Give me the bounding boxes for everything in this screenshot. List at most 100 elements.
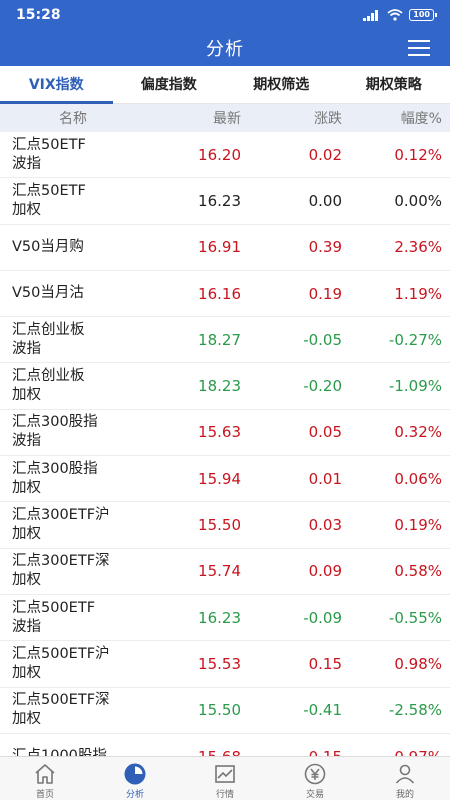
tab-bar: VIX指数 偏度指数 期权筛选 期权策略 (0, 66, 450, 104)
row-pct: -0.55% (388, 608, 442, 627)
nav-mine[interactable]: 我的 (360, 757, 450, 800)
row-name: 汇点300股指 加权 (12, 460, 98, 496)
row-name: 汇点50ETF 波指 (12, 136, 86, 172)
row-last: 18.23 (198, 377, 241, 396)
table-header: 名称 最新 涨跌 幅度% (0, 104, 450, 132)
page-title: 分析 (206, 39, 244, 60)
row-change: 0.02 (308, 145, 342, 164)
nav-trade[interactable]: 交易 (270, 757, 360, 800)
table-row[interactable]: 汇点300ETF深 加权 15.74 0.09 0.58% (0, 549, 450, 595)
app-header: 分析 (0, 30, 450, 66)
table-row[interactable]: 汇点50ETF 加权 16.23 0.00 0.00% (0, 178, 450, 225)
row-pct: 0.97% (342, 748, 442, 757)
row-last: 15.94 (198, 469, 241, 488)
row-change: 0.03 (308, 516, 342, 535)
row-pct: -2.58% (388, 701, 442, 720)
row-name: 汇点500ETF 波指 (12, 599, 96, 635)
row-pct: 0.58% (394, 562, 442, 581)
row-name: V50当月购 (12, 238, 84, 255)
pie-chart-icon (124, 763, 146, 785)
signal-icon (363, 9, 381, 21)
menu-icon (408, 40, 430, 42)
row-change: -0.05 (303, 330, 342, 349)
row-last: 15.53 (198, 654, 241, 673)
nav-market[interactable]: 行情 (180, 757, 270, 800)
row-name: 汇点50ETF 加权 (12, 182, 86, 218)
row-change: -0.20 (303, 377, 342, 396)
row-name: 汇点300股指 波指 (12, 414, 98, 450)
column-header-pct[interactable]: 幅度% (342, 108, 442, 128)
table-row[interactable]: 汇点500ETF沪 加权 15.53 0.15 0.98% (0, 641, 450, 688)
table-row[interactable]: 汇点创业板 波指 18.27 -0.05 -0.27% (0, 317, 450, 364)
row-change: 0.05 (308, 423, 342, 442)
line-chart-icon (215, 765, 235, 783)
table-body[interactable]: 汇点50ETF 波指 16.20 0.02 0.12% 汇点50ETF 加权 16.… (0, 132, 450, 756)
column-header-last[interactable]: 最新 (176, 108, 241, 128)
row-last: 16.91 (198, 238, 241, 257)
row-name: 汇点500ETF深 加权 (12, 692, 110, 728)
tab-option-strategy[interactable]: 期权策略 (338, 66, 450, 103)
table-row[interactable]: 汇点300ETF沪 加权 15.50 0.03 0.19% (0, 502, 450, 549)
row-change: -0.41 (303, 701, 342, 720)
row-name: 汇点创业板 加权 (12, 368, 85, 404)
user-icon (395, 764, 415, 784)
row-last: 18.27 (198, 330, 241, 349)
row-name: 汇点1000股指 (12, 748, 107, 756)
table-row[interactable]: 汇点1000股指 15.68 0.15 0.97% (0, 734, 450, 757)
row-pct: 0.06% (394, 469, 442, 488)
row-change: 0.01 (308, 469, 342, 488)
row-name: 汇点创业板 波指 (12, 321, 85, 357)
status-bar: 15:28 100 (0, 0, 450, 30)
table-row[interactable]: 汇点300股指 加权 15.94 0.01 0.06% (0, 456, 450, 503)
status-icons: 100 (363, 9, 437, 21)
row-last: 15.74 (198, 562, 241, 581)
row-pct: -1.09% (388, 377, 442, 396)
menu-button[interactable] (408, 38, 430, 58)
table-row[interactable]: V50当月沽 16.16 0.19 1.19% (0, 271, 450, 318)
battery-icon: 100 (409, 9, 437, 21)
home-icon (35, 764, 55, 784)
row-name: 汇点300ETF深 加权 (12, 553, 110, 589)
row-name: 汇点300ETF沪 加权 (12, 507, 110, 543)
column-header-name[interactable]: 名称 (0, 108, 176, 128)
row-pct: 0.12% (394, 145, 442, 164)
row-pct: -0.27% (388, 330, 442, 349)
nav-label: 交易 (305, 790, 324, 800)
row-name: V50当月沽 (12, 285, 84, 302)
column-header-change[interactable]: 涨跌 (241, 108, 342, 128)
table-row[interactable]: 汇点创业板 加权 18.23 -0.20 -1.09% (0, 363, 450, 410)
table-row[interactable]: 汇点50ETF 波指 16.20 0.02 0.12% (0, 132, 450, 179)
nav-label: 分析 (125, 790, 144, 800)
row-pct: 1.19% (394, 284, 442, 303)
row-change: 0.15 (241, 748, 342, 757)
table-row[interactable]: V50当月购 16.91 0.39 2.36% (0, 225, 450, 271)
tab-option-filter[interactable]: 期权筛选 (225, 66, 338, 103)
row-last: 15.50 (198, 701, 241, 720)
nav-label: 行情 (215, 790, 234, 800)
bottom-nav: 首页 分析 行情 交易 我的 (0, 756, 450, 800)
row-change: 0.15 (308, 654, 342, 673)
row-last: 15.68 (176, 748, 241, 757)
nav-home[interactable]: 首页 (0, 757, 90, 800)
tab-vix[interactable]: VIX指数 (0, 66, 113, 104)
wifi-icon (387, 9, 403, 21)
row-name: 汇点500ETF沪 加权 (12, 645, 110, 681)
row-last: 15.63 (198, 423, 241, 442)
nav-label: 首页 (35, 790, 54, 800)
yen-icon (304, 763, 326, 785)
row-last: 16.20 (198, 145, 241, 164)
row-pct: 0.98% (394, 654, 442, 673)
row-change: 0.09 (308, 562, 342, 581)
row-pct: 0.19% (394, 516, 442, 535)
table-row[interactable]: 汇点300股指 波指 15.63 0.05 0.32% (0, 410, 450, 457)
row-change: 0.39 (308, 238, 342, 257)
row-pct: 2.36% (394, 238, 442, 257)
table-row[interactable]: 汇点500ETF 波指 16.23 -0.09 -0.55% (0, 595, 450, 642)
tab-skew[interactable]: 偏度指数 (113, 66, 226, 103)
nav-analysis[interactable]: 分析 (90, 757, 180, 800)
row-change: 0.00 (308, 191, 342, 210)
row-last: 16.16 (198, 284, 241, 303)
row-pct: 0.32% (394, 423, 442, 442)
row-last: 16.23 (198, 191, 241, 210)
table-row[interactable]: 汇点500ETF深 加权 15.50 -0.41 -2.58% (0, 688, 450, 734)
